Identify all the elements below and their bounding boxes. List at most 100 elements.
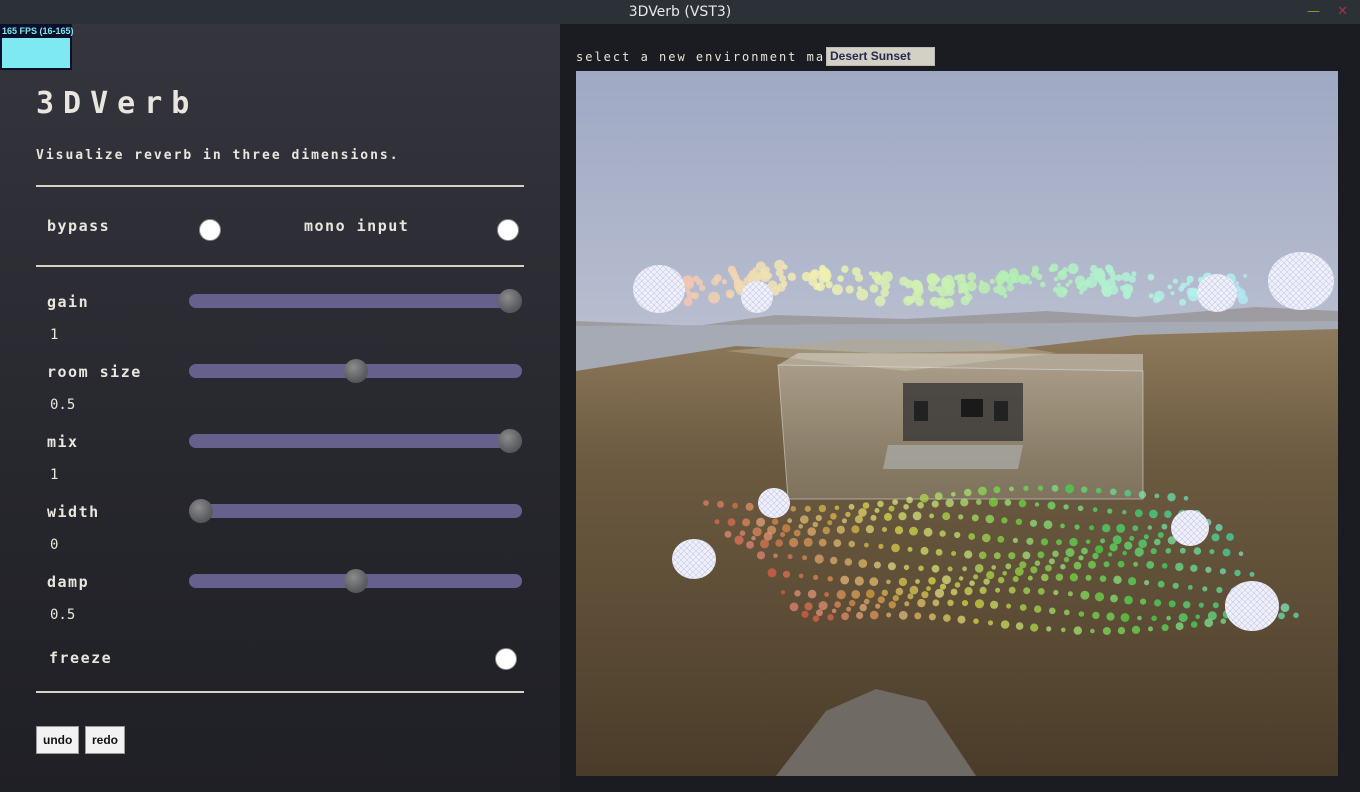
particle [1037,551,1045,559]
particle [1149,509,1158,519]
particle [1226,533,1234,541]
particle [1030,270,1039,278]
particle [1037,485,1044,491]
particle [929,296,940,307]
particle [882,527,887,532]
particle [1080,590,1090,600]
environment-map-label: select a new environment map: [576,50,844,64]
particle [1148,293,1154,299]
particle [851,590,861,599]
gain-slider-thumb[interactable] [498,289,522,313]
particle [1138,490,1147,499]
particle [961,600,969,607]
bypass-toggle[interactable] [199,219,221,241]
speaker-sphere [1225,581,1279,631]
particle [846,606,852,612]
width-slider-thumb[interactable] [189,499,213,523]
particle [1049,607,1056,615]
3d-viewport[interactable] [576,71,1338,776]
particle [964,550,973,559]
particle [1029,519,1038,527]
mono-input-label: mono input [304,217,410,235]
undo-button[interactable]: undo [36,726,80,754]
minimize-icon[interactable]: — [1307,0,1320,24]
particle [1090,628,1095,634]
particle [1151,615,1157,622]
environment-map-select[interactable]: Desert Sunset [826,47,935,66]
particle [1187,585,1193,590]
particle [1205,566,1212,573]
particle [1122,550,1127,556]
particle [1099,575,1107,582]
particle [886,612,892,618]
redo-button[interactable]: redo [85,726,126,754]
mix-slider[interactable] [189,429,522,453]
particle [1006,603,1012,609]
particle [837,275,844,282]
particle [862,502,870,509]
particle [1085,539,1091,544]
gain-slider[interactable] [189,289,522,313]
particle [1102,524,1111,533]
particle [1022,551,1031,560]
room-size-slider[interactable] [189,359,522,383]
particle [989,278,995,284]
mono-input-toggle[interactable] [497,219,519,241]
particle [971,514,979,522]
particle [814,554,824,564]
particle [878,543,884,549]
close-icon[interactable]: ✕ [1337,0,1348,24]
particle [1067,591,1073,597]
particle [856,288,869,301]
particle [1222,548,1231,557]
particle [1008,552,1016,560]
particle [734,535,744,545]
particle [1045,564,1052,572]
particle [1006,283,1014,292]
particle [1062,288,1068,294]
particle [958,576,964,581]
particle [798,524,803,529]
damp-slider-thumb[interactable] [343,569,368,593]
particle [1047,501,1056,510]
particle [804,505,811,512]
particle [1023,587,1031,595]
room-size-slider-thumb[interactable] [343,359,368,383]
particle [836,525,845,534]
particle [892,595,899,602]
width-label: width [47,503,100,521]
particle [947,599,954,606]
mix-slider-thumb[interactable] [498,429,522,453]
particle [1120,613,1130,622]
width-slider[interactable] [189,499,522,523]
particle [1019,604,1027,611]
particle [993,486,1001,494]
particle [950,588,958,596]
particle [1121,272,1131,282]
fps-label: 165 FPS (16-165) [2,26,74,36]
particle [830,513,837,520]
particle [973,618,979,624]
freeze-toggle[interactable] [495,648,517,670]
particle [945,498,954,508]
particle [1146,561,1155,569]
particle [1147,273,1155,281]
particle [983,578,990,585]
particle [1107,552,1113,557]
particle [831,608,837,614]
particle [926,586,931,591]
particle [804,602,813,611]
particle [920,546,929,555]
particle [881,589,888,596]
particle [801,610,809,618]
bypass-label: bypass [47,217,111,235]
particle [773,553,778,559]
particle [794,590,801,597]
particle [898,610,908,620]
particle [724,530,732,538]
room-size-value: 0.5 [50,397,76,413]
damp-slider[interactable] [189,569,522,593]
particle [1048,266,1055,273]
particle [1170,291,1175,296]
particle [859,603,867,612]
